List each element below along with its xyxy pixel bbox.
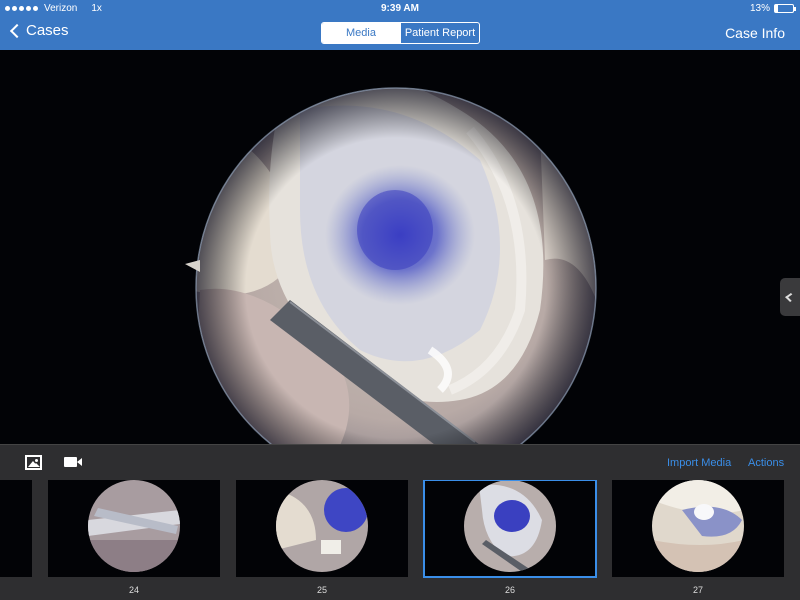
chevron-left-icon bbox=[784, 292, 796, 302]
photo-icon[interactable] bbox=[25, 455, 42, 470]
status-right: 13% bbox=[749, 3, 796, 14]
status-bar: Verizon 1x 9:39 AM 13% bbox=[0, 0, 800, 16]
case-info-button[interactable]: Case Info bbox=[725, 25, 785, 41]
chevron-left-icon bbox=[9, 23, 25, 38]
thumbnail-strip[interactable]: 24 25 26 27 bbox=[0, 480, 800, 600]
video-camera-icon[interactable] bbox=[64, 457, 82, 467]
tab-media[interactable]: Media bbox=[322, 23, 400, 43]
media-toolbar: Import Media Actions bbox=[0, 444, 800, 480]
thumbnail-image bbox=[464, 480, 556, 572]
actions-button[interactable]: Actions bbox=[748, 457, 784, 469]
back-to-cases-button[interactable]: Cases bbox=[8, 22, 69, 39]
thumbnail-previous[interactable] bbox=[0, 480, 32, 577]
thumbnail-27[interactable] bbox=[612, 480, 784, 577]
back-label: Cases bbox=[26, 22, 69, 39]
thumbnail-24[interactable] bbox=[48, 480, 220, 577]
thumbnail-label-26: 26 bbox=[504, 585, 515, 595]
tab-patient-report[interactable]: Patient Report bbox=[400, 23, 479, 43]
thumbnail-25[interactable] bbox=[236, 480, 408, 577]
thumbnail-image bbox=[652, 480, 744, 572]
view-segmented-control: Media Patient Report bbox=[321, 22, 480, 44]
status-time: 9:39 AM bbox=[381, 3, 419, 14]
battery-icon bbox=[774, 4, 796, 13]
thumbnail-26[interactable] bbox=[423, 480, 597, 578]
thumbnail-image bbox=[276, 480, 368, 572]
import-media-button[interactable]: Import Media bbox=[667, 457, 731, 469]
side-panel-handle[interactable] bbox=[780, 278, 800, 316]
thumbnail-label-24: 24 bbox=[128, 585, 139, 595]
thumbnail-image bbox=[88, 480, 180, 572]
navigation-bar: Verizon 1x 9:39 AM 13% Cases Media Patie… bbox=[0, 0, 800, 50]
arthroscopic-image bbox=[185, 87, 597, 444]
thumbnail-label-25: 25 bbox=[316, 585, 327, 595]
media-viewer[interactable] bbox=[0, 50, 800, 444]
battery-percent: 13% bbox=[749, 3, 770, 14]
thumbnail-label-27: 27 bbox=[692, 585, 703, 595]
